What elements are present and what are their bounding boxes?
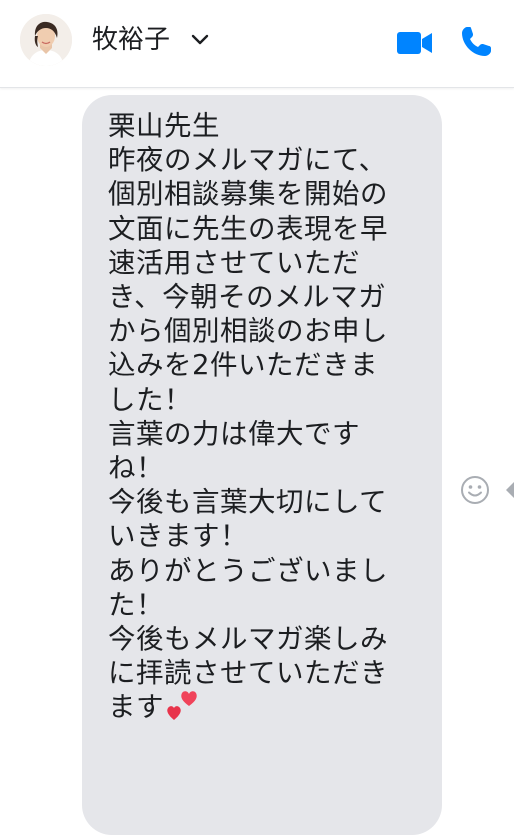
video-call-button[interactable] <box>396 26 434 60</box>
contact-name[interactable]: 牧裕子 <box>92 22 170 58</box>
message-line: 個別相談募集を開始の <box>108 178 388 211</box>
phone-call-button[interactable] <box>458 24 494 60</box>
chevron-down-icon[interactable] <box>190 33 210 47</box>
message-line: 栗山先生 <box>108 110 220 142</box>
message-line: いきます！ <box>108 520 248 553</box>
avatar[interactable] <box>20 14 72 66</box>
message-line: 文面に先生の表現を早 <box>108 212 388 245</box>
message-bubble[interactable]: 栗山先生 昨夜のメルマガにて、 個別相談募集を開始の 文面に先生の表現を早 速活… <box>82 95 442 835</box>
two-hearts-emoji <box>167 691 197 721</box>
message-line-last: ます <box>108 690 426 724</box>
message-line: た！ <box>108 588 164 621</box>
message-line: から個別相談のお申し <box>108 315 388 348</box>
message-line: した！ <box>108 383 192 416</box>
message-line: 今後もメルマガ楽しみ <box>108 623 388 656</box>
message-line: に拝読させていただき <box>108 657 388 690</box>
triangle-left-icon[interactable] <box>505 481 514 499</box>
message-line: ありがとうございまし <box>108 554 388 587</box>
message-line: ね！ <box>108 452 164 485</box>
message-line: 今後も言葉大切にして <box>108 486 388 519</box>
conversation-header: 牧裕子 <box>0 0 514 88</box>
message-line: 速活用させていただ <box>108 246 360 279</box>
avatar-image <box>20 14 72 66</box>
message-line-text: ます <box>108 691 164 724</box>
message-line: 昨夜のメルマガにて、 <box>108 144 387 177</box>
message-line: 込みを2件いただきま <box>108 349 378 382</box>
message-line: 言葉の力は偉大です <box>108 417 360 450</box>
message-line: き、今朝そのメルマガ <box>108 281 387 314</box>
smiley-face-icon[interactable] <box>459 474 491 506</box>
